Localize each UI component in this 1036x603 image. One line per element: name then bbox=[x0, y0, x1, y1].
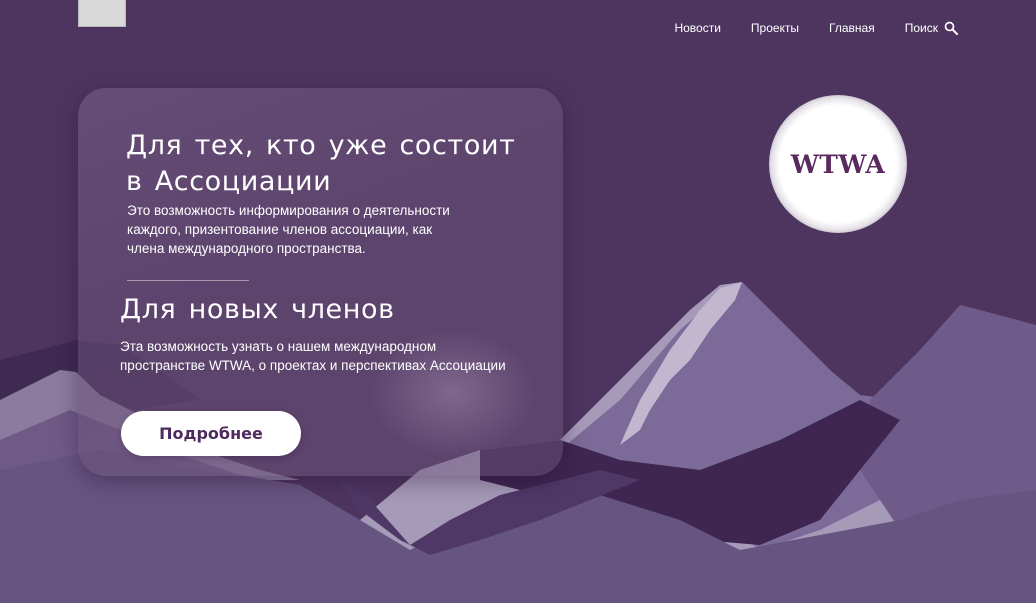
logo-placeholder[interactable] bbox=[78, 0, 126, 27]
new-members-heading: Для новых членов bbox=[120, 294, 395, 325]
members-description-line-2: каждого, призентование членов ассоциации… bbox=[127, 222, 433, 237]
members-description-line-1: Это возможность информирования о деятель… bbox=[127, 203, 450, 218]
wtwa-logo-text: WTWA bbox=[790, 149, 886, 179]
nav-link-news[interactable]: Новости bbox=[674, 21, 720, 35]
new-members-description-line-1: Эта возможность узнать о нашем междунаро… bbox=[120, 339, 437, 354]
new-members-description: Эта возможность узнать о нашем междунаро… bbox=[120, 337, 560, 375]
members-heading-line-1: Для тех, кто уже состоит bbox=[126, 130, 516, 161]
new-members-description-line-2: пространстве WTWA, о проектах и перспект… bbox=[120, 358, 506, 373]
members-description-line-3: члена международного пространства. bbox=[127, 241, 366, 256]
top-navigation: Новости Проекты Главная Поиск bbox=[674, 21, 958, 35]
members-heading-line-2: в Ассоциации bbox=[126, 166, 332, 197]
section-divider bbox=[127, 280, 249, 281]
more-details-button[interactable]: Подробнее bbox=[121, 411, 301, 456]
landing-page: Новости Проекты Главная Поиск WTWA Для т… bbox=[0, 0, 1036, 603]
nav-link-projects[interactable]: Проекты bbox=[751, 21, 799, 35]
nav-search[interactable]: Поиск bbox=[905, 21, 958, 35]
search-icon bbox=[944, 21, 958, 35]
members-heading: Для тех, кто уже состоит в Ассоциации bbox=[126, 128, 546, 200]
nav-link-home[interactable]: Главная bbox=[829, 21, 875, 35]
search-label: Поиск bbox=[904, 21, 938, 35]
members-description: Это возможность информирования о деятель… bbox=[127, 201, 527, 258]
wtwa-logo-circle: WTWA bbox=[769, 95, 907, 233]
